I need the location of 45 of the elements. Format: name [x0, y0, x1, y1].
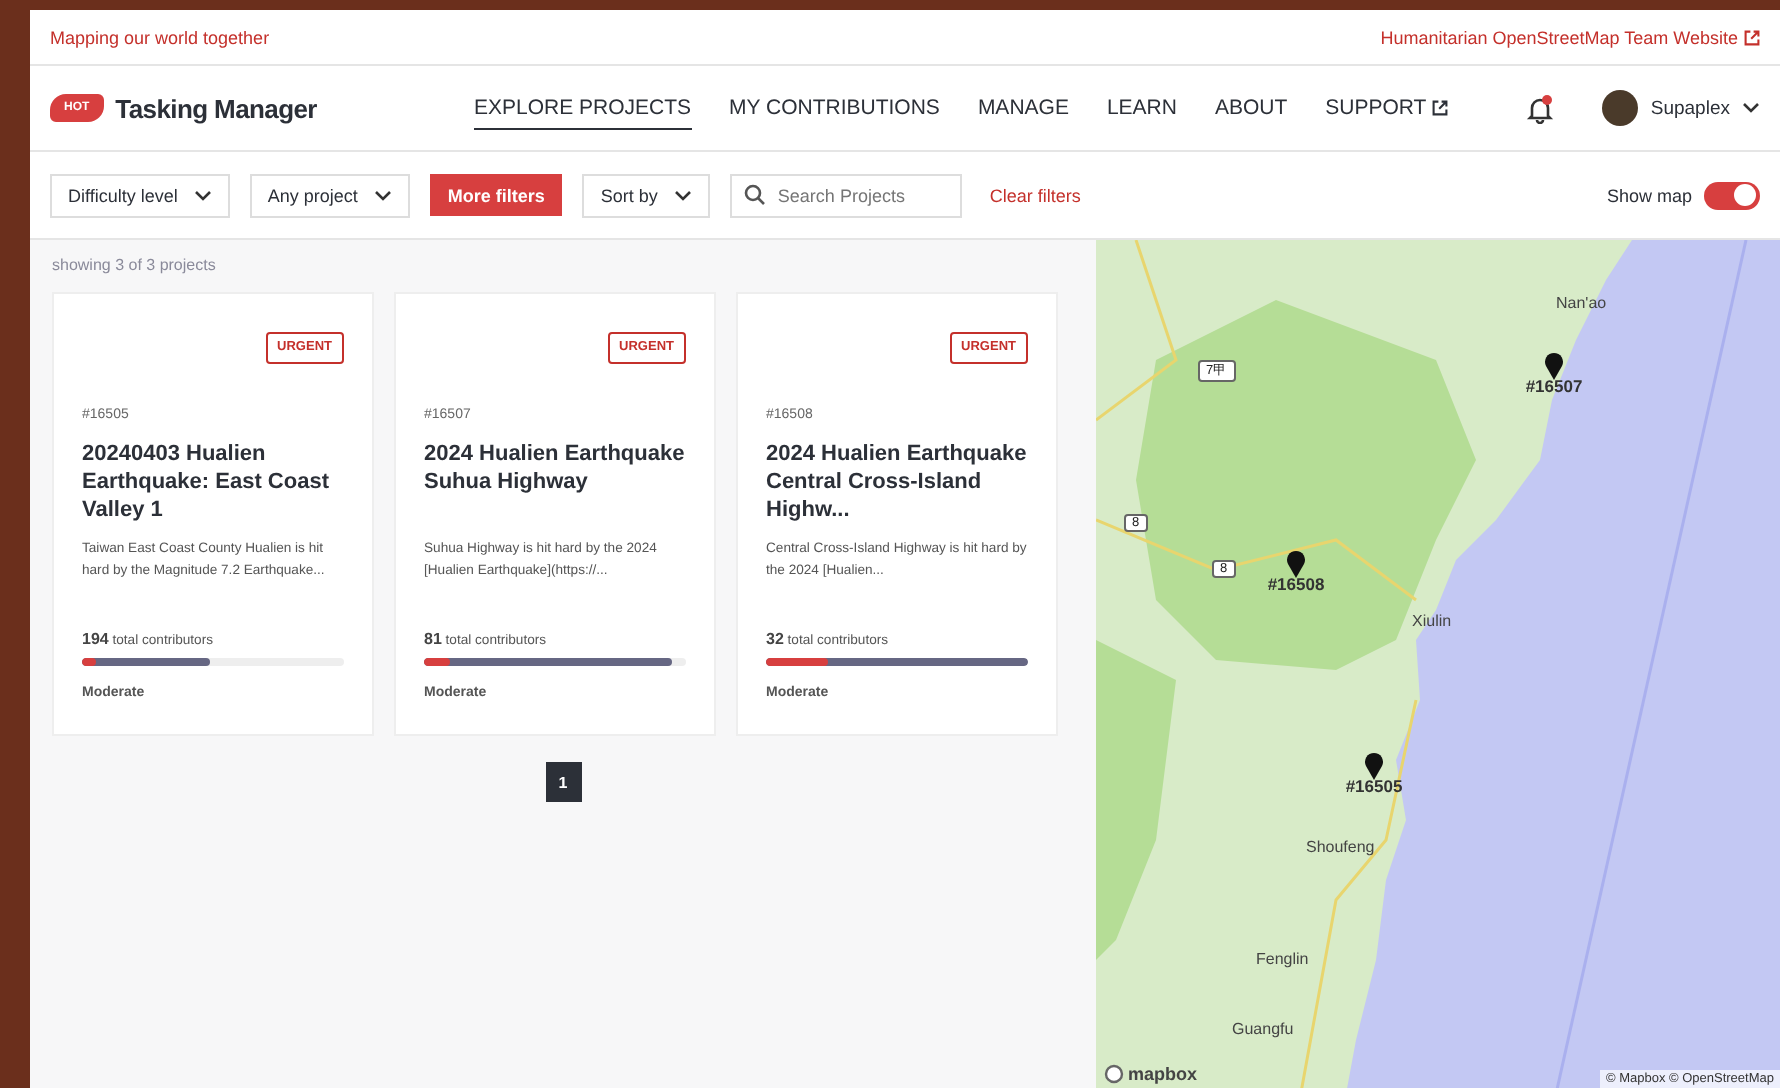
map-place-label: Nan'ao	[1556, 294, 1607, 312]
filter-dropdown[interactable]: Any project	[249, 173, 410, 217]
map-pin-icon[interactable]	[1544, 352, 1564, 380]
filter-dropdown[interactable]: Difficulty level	[50, 173, 230, 217]
chevron-down-icon	[673, 189, 692, 201]
chevron-down-icon	[373, 189, 392, 201]
project-title: 2024 Hualien Earthquake Central Cross-Island Highw...	[766, 440, 1028, 524]
notification-bell-icon[interactable]	[1526, 93, 1555, 123]
mapbox-logo-icon	[1104, 1064, 1124, 1084]
clear-filters-link[interactable]: Clear filters	[989, 185, 1081, 205]
project-title: 20240403 Hualien Earthquake: East Coast Valley 1	[82, 440, 331, 524]
results-count: showing 3 of 3 projects	[52, 256, 218, 274]
project-title: 2024 Hualien Earthquake Suhua Highway	[424, 440, 686, 498]
nav-link[interactable]: SUPPORT	[1325, 87, 1449, 129]
app-name: Tasking Manager	[115, 93, 317, 123]
nav-link[interactable]: MY CONTRIBUTIONS	[729, 87, 940, 129]
chevron-down-icon[interactable]	[1742, 102, 1760, 114]
map-place-label: Xiulin	[1412, 612, 1452, 630]
mapbox-logo[interactable]: mapbox	[1104, 1064, 1198, 1084]
external-link-icon	[1744, 29, 1760, 45]
filter-dropdown[interactable]: Sort by	[582, 173, 710, 217]
map-pin-label: #16508	[1265, 574, 1327, 594]
user-name[interactable]: Supaplex	[1650, 97, 1730, 119]
show-map-toggle[interactable]	[1704, 181, 1760, 209]
map-place-label: Shoufeng	[1306, 838, 1375, 856]
nav-link[interactable]: EXPLORE PROJECTS	[474, 87, 692, 129]
map-pin-label: #16507	[1523, 376, 1585, 396]
tagline: Mapping our world together	[50, 27, 270, 47]
website-link[interactable]: Humanitarian OpenStreetMap Team Website	[1380, 27, 1760, 47]
map-pin-label: #16505	[1343, 776, 1405, 796]
mapbox-wordmark: mapbox	[1128, 1064, 1198, 1084]
nav-link[interactable]: LEARN	[1106, 87, 1177, 129]
chevron-down-icon	[193, 189, 212, 201]
show-map-label: Show map	[1606, 185, 1692, 205]
search-field[interactable]: Search Projects	[729, 173, 962, 217]
map-pin-icon[interactable]	[1286, 550, 1306, 578]
search-icon	[743, 183, 766, 205]
more-filters-button[interactable]: More filters	[429, 174, 563, 216]
nav-link[interactable]: MANAGE	[977, 87, 1069, 129]
map-pin-icon[interactable]	[1364, 752, 1384, 780]
nav-link[interactable]: ABOUT	[1214, 87, 1288, 129]
page-button[interactable]: 1	[545, 762, 581, 802]
map-place-label: Guangfu	[1232, 1020, 1294, 1038]
avatar[interactable]	[1602, 90, 1639, 126]
map-place-label: Fenglin	[1256, 950, 1309, 968]
